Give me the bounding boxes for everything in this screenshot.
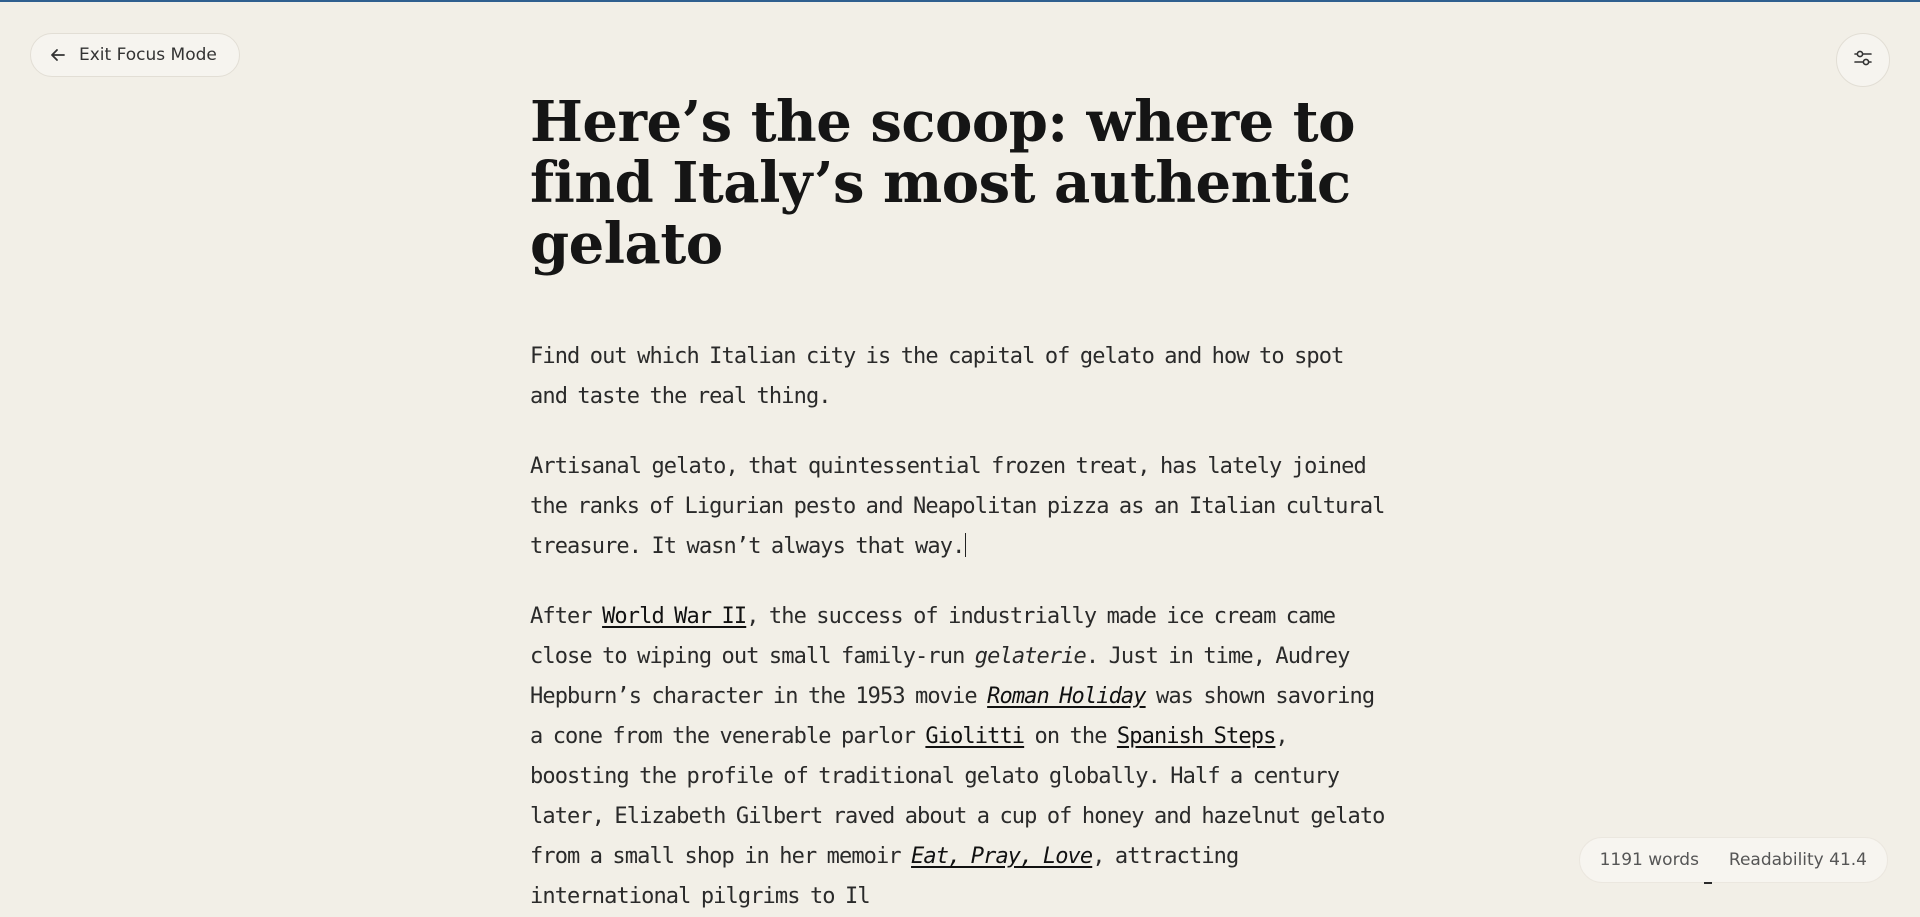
article-subtitle[interactable]: Find out which Italian city is the capit… bbox=[530, 337, 1390, 417]
article-title[interactable]: Here’s the scoop: where to find Italy’s … bbox=[530, 92, 1390, 275]
link-eat-pray-love[interactable]: Eat, Pray, Love bbox=[911, 844, 1093, 869]
body-emphasis: gelaterie bbox=[974, 644, 1087, 669]
readability-score: Readability 41.4 bbox=[1728, 850, 1867, 870]
body-text: After bbox=[530, 604, 603, 629]
article: Here’s the scoop: where to find Italy’s … bbox=[530, 92, 1390, 917]
article-body-paragraph[interactable]: After World War II, the success of indus… bbox=[530, 597, 1390, 917]
sliders-icon bbox=[1852, 47, 1874, 74]
document-stats[interactable]: 1191 words Readability 41.4 bbox=[1578, 837, 1888, 883]
word-count: 1191 words bbox=[1599, 850, 1699, 870]
link-roman-holiday[interactable]: Roman Holiday bbox=[987, 684, 1146, 709]
text-cursor bbox=[965, 533, 967, 557]
link-roman-holiday-text: Roman Holiday bbox=[987, 684, 1146, 709]
intro-text: Artisanal gelato, that quintessential fr… bbox=[530, 454, 1385, 559]
settings-button[interactable] bbox=[1836, 33, 1890, 87]
arrow-left-icon bbox=[49, 46, 67, 64]
scroll-indicator bbox=[1704, 882, 1712, 884]
link-spanish-steps[interactable]: Spanish Steps bbox=[1117, 724, 1276, 749]
link-giolitti[interactable]: Giolitti bbox=[925, 724, 1025, 749]
article-intro-paragraph[interactable]: Artisanal gelato, that quintessential fr… bbox=[530, 447, 1390, 567]
exit-focus-mode-button[interactable]: Exit Focus Mode bbox=[30, 33, 240, 77]
body-text: on the bbox=[1024, 724, 1117, 749]
link-eat-pray-love-text: Eat, Pray, Love bbox=[911, 844, 1093, 869]
exit-focus-mode-label: Exit Focus Mode bbox=[79, 45, 217, 65]
link-world-war-ii[interactable]: World War II bbox=[602, 604, 747, 629]
